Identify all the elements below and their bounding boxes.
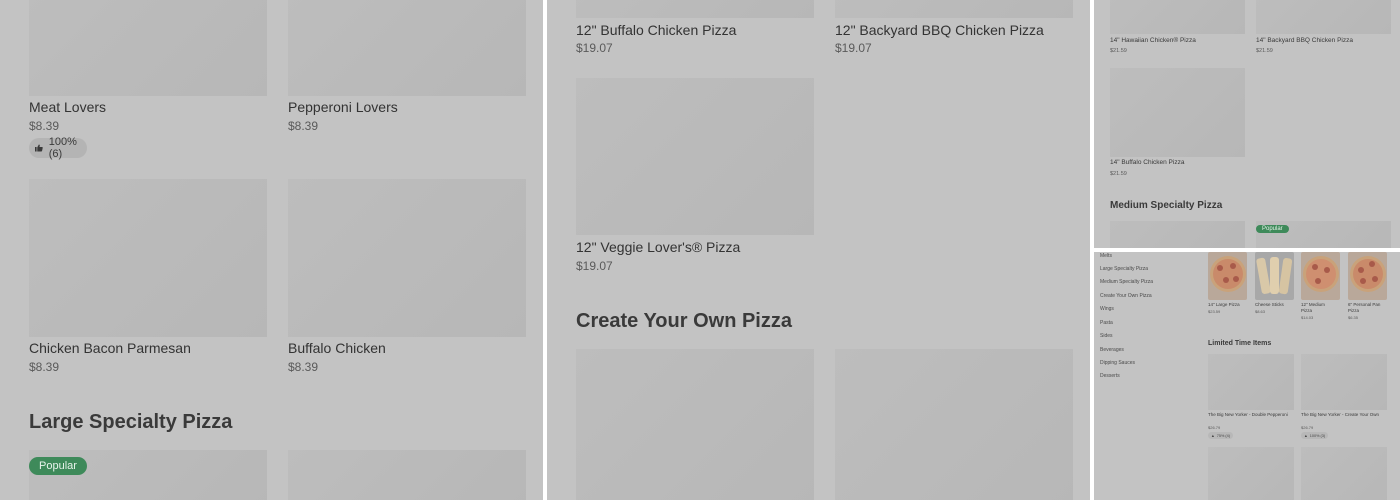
menu-item-name: Chicken Bacon Parmesan xyxy=(29,340,191,356)
thumbs-up-icon: ▲ xyxy=(1211,433,1215,438)
menu-item-price: $21.59 xyxy=(1110,171,1127,177)
menu-item-price: $21.59 xyxy=(1110,48,1127,54)
rating-badge: ▲ 100% (3) xyxy=(1301,432,1329,439)
menu-item-image[interactable] xyxy=(1301,354,1387,410)
menu-item-name: 12" Medium Pizza xyxy=(1301,302,1325,313)
section-title: Large Specialty Pizza xyxy=(29,411,233,433)
menu-item-image[interactable] xyxy=(1208,447,1294,500)
menu-item-price: $23.59 xyxy=(1208,309,1221,314)
menu-item-image[interactable] xyxy=(1110,221,1245,248)
pizza-slice-icon xyxy=(1301,252,1340,300)
sidebar-item-melts[interactable]: Melts xyxy=(1100,253,1112,259)
menu-item-name: 12" Backyard BBQ Chicken Pizza xyxy=(835,22,1044,38)
pizza-slice-icon xyxy=(1208,252,1247,300)
menu-item-name: 14" Backyard BBQ Chicken Pizza xyxy=(1256,37,1353,44)
sidebar-item-desserts[interactable]: Desserts xyxy=(1100,373,1120,379)
rating-text: 100% (6) xyxy=(48,136,77,160)
menu-item-name: 12" Buffalo Chicken Pizza xyxy=(576,22,737,38)
pizza-image[interactable] xyxy=(1301,252,1340,300)
menu-item-image[interactable] xyxy=(1301,447,1387,500)
sidebar-item-sides[interactable]: Sides xyxy=(1100,333,1113,339)
menu-item-name: The Big New Yorker - Create Your Own xyxy=(1301,412,1380,417)
menu-item-name: Meat Lovers xyxy=(29,99,107,115)
menu-item-price: $19.07 xyxy=(835,41,872,55)
sidebar-item-pasta[interactable]: Pasta xyxy=(1100,320,1113,326)
menu-item-image[interactable] xyxy=(1208,354,1294,410)
menu-item-name: 6" Personal Pan Pizza xyxy=(1348,302,1381,313)
rating-badge: ▲ 75% (4) xyxy=(1208,432,1234,439)
menu-item-name: Buffalo Chicken xyxy=(288,340,386,356)
menu-item-image xyxy=(1110,68,1245,157)
menu-item-price: $8.39 xyxy=(288,360,319,374)
pizza-image[interactable] xyxy=(1208,252,1247,300)
menu-item-image xyxy=(288,179,526,337)
popular-badge: Popular xyxy=(29,457,87,475)
sidebar-item-dipping-sauces[interactable]: Dipping Sauces xyxy=(1100,360,1135,366)
rating-badge: 100% (6) xyxy=(29,136,88,160)
menu-item-image[interactable] xyxy=(288,450,526,500)
menu-item-image xyxy=(1110,0,1245,34)
menu-item-name: The Big New Yorker - Double Pepperoni xyxy=(1208,412,1288,417)
thumbs-up-icon xyxy=(35,144,43,152)
section-title: Limited Time Items xyxy=(1208,340,1272,347)
thumbs-up-icon: ▲ xyxy=(1304,433,1308,438)
menu-item-price: $8.39 xyxy=(288,119,319,133)
menu-item-price: $8.39 xyxy=(29,119,60,133)
sidebar-item-create-your-own-pizza[interactable]: Create Your Own Pizza xyxy=(1100,293,1152,299)
menu-panel-14-inch-pizza: 14" Hawaiian Chicken® Pizza $21.59 14" B… xyxy=(1094,0,1400,248)
menu-item-price: $26.79 xyxy=(1208,425,1221,430)
sidebar-item-medium-specialty-pizza[interactable]: Medium Specialty Pizza xyxy=(1100,279,1153,285)
menu-item-name: Cheese Sticks xyxy=(1255,302,1284,307)
menu-item-image xyxy=(29,0,267,96)
menu-item-price: $19.07 xyxy=(576,41,613,55)
pizza-image[interactable] xyxy=(1348,252,1387,300)
menu-item-name: 14" Hawaiian Chicken® Pizza xyxy=(1110,37,1196,44)
menu-item-image xyxy=(576,78,814,235)
menu-panel-specialty-pizza: Meat Lovers $8.39 100% (6) Pepperoni Lov… xyxy=(0,0,543,500)
menu-item-price: $26.79 xyxy=(1301,425,1314,430)
cheese-sticks-image[interactable] xyxy=(1255,252,1294,300)
menu-item-image xyxy=(835,0,1073,18)
menu-panel-overview: Melts Large Specialty Pizza Medium Speci… xyxy=(1094,252,1400,500)
menu-item-name: Pepperoni Lovers xyxy=(288,99,398,115)
menu-item-name: 12" Veggie Lover's® Pizza xyxy=(576,239,741,255)
rating-text: 75% (4) xyxy=(1216,433,1231,438)
section-title: Medium Specialty Pizza xyxy=(1110,200,1223,211)
menu-item-image[interactable] xyxy=(835,349,1073,500)
rating-text: 100% (3) xyxy=(1309,433,1326,438)
menu-item-image[interactable] xyxy=(576,349,814,500)
sidebar-item-large-specialty-pizza[interactable]: Large Specialty Pizza xyxy=(1100,266,1148,272)
menu-item-price: $19.07 xyxy=(576,259,613,273)
popular-badge: Popular xyxy=(1256,225,1289,233)
sidebar-item-wings[interactable]: Wings xyxy=(1100,306,1114,312)
menu-item-image xyxy=(288,0,526,96)
pizza-slice-icon xyxy=(1348,252,1387,300)
menu-item-image xyxy=(29,179,267,337)
menu-item-price: $21.59 xyxy=(1256,48,1273,54)
menu-item-price: $14.03 xyxy=(1301,315,1314,320)
section-title: Create Your Own Pizza xyxy=(576,310,792,332)
sidebar-item-beverages[interactable]: Beverages xyxy=(1100,347,1124,353)
menu-item-name: 14" Buffalo Chicken Pizza xyxy=(1110,159,1185,166)
menu-item-price: $6.35 xyxy=(1348,315,1359,320)
menu-item-price: $8.63 xyxy=(1255,309,1266,314)
menu-item-price: $8.39 xyxy=(29,360,60,374)
cheese-sticks-icon xyxy=(1255,252,1294,300)
menu-panel-12-inch-pizza: 12" Buffalo Chicken Pizza $19.07 12" Bac… xyxy=(547,0,1090,500)
menu-item-image xyxy=(1256,0,1391,34)
menu-item-name: 14" Large Pizza xyxy=(1208,302,1240,307)
menu-item-image xyxy=(576,0,814,18)
